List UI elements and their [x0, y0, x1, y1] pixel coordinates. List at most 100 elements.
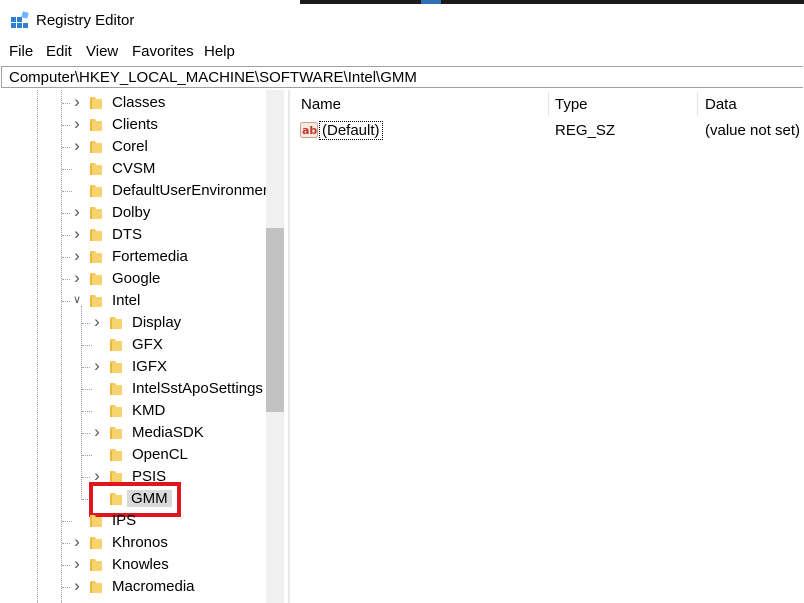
- folder-icon: [89, 271, 103, 286]
- column-header-data[interactable]: Data: [705, 96, 737, 113]
- folder-icon: [89, 249, 103, 264]
- tree-item-dolby[interactable]: › Dolby: [3, 202, 268, 224]
- address-input[interactable]: Computer\HKEY_LOCAL_MACHINE\SOFTWARE\Int…: [9, 69, 417, 86]
- column-separator[interactable]: [697, 92, 698, 116]
- tree-item-label: Intel: [112, 292, 141, 309]
- menu-favorites[interactable]: Favorites: [132, 43, 194, 60]
- menu-edit[interactable]: Edit: [46, 43, 72, 60]
- tree-item-label: DTS: [112, 226, 142, 243]
- window-title: Registry Editor: [36, 12, 135, 29]
- tree-item-dts[interactable]: › DTS: [3, 224, 268, 246]
- tree-item-label: Dolby: [112, 204, 151, 221]
- column-separator[interactable]: [548, 92, 549, 116]
- pane-splitter[interactable]: [288, 90, 290, 603]
- chevron-right-icon[interactable]: ›: [91, 467, 103, 484]
- menu-bar: File Edit View Favorites Help: [0, 40, 804, 64]
- tree-item-label: IntelSstApoSettings: [132, 380, 263, 397]
- tree-connector: [62, 191, 72, 192]
- tree-item-knowles[interactable]: › Knowles: [3, 554, 268, 576]
- background-window-strip: [300, 0, 804, 4]
- folder-icon: [89, 227, 103, 242]
- chevron-right-icon[interactable]: ›: [71, 533, 83, 550]
- tree-item-cvsm[interactable]: CVSM: [3, 158, 268, 180]
- folder-icon: [109, 359, 123, 374]
- menu-file[interactable]: File: [9, 43, 33, 60]
- tree-item-label: Khronos: [112, 534, 168, 551]
- tree-item-defaultuserenvironmer[interactable]: DefaultUserEnvironmer: [3, 180, 268, 202]
- folder-icon: [109, 403, 123, 418]
- chevron-right-icon[interactable]: ›: [91, 313, 103, 330]
- tree-item-label: Display: [132, 314, 182, 331]
- chevron-right-icon[interactable]: ›: [71, 577, 83, 594]
- registry-editor-icon: [11, 11, 29, 28]
- address-bar[interactable]: Computer\HKEY_LOCAL_MACHINE\SOFTWARE\Int…: [1, 66, 803, 88]
- tree-item-intelsstaposettings[interactable]: IntelSstApoSettings: [3, 378, 268, 400]
- chevron-down-icon[interactable]: ∨: [71, 294, 83, 306]
- tree-item-label: Fortemedia: [112, 248, 188, 265]
- folder-icon: [89, 95, 103, 110]
- tree-item-label: GFX: [132, 336, 163, 353]
- value-data: (value not set): [705, 122, 801, 139]
- chevron-right-icon[interactable]: ›: [71, 269, 83, 286]
- tree-item-classes[interactable]: › Classes: [3, 92, 268, 114]
- tree-item-opencl[interactable]: OpenCL: [3, 444, 268, 466]
- chevron-right-icon[interactable]: ›: [71, 555, 83, 572]
- reg-sz-ab-icon: ab: [300, 122, 318, 138]
- folder-icon: [109, 425, 123, 440]
- tree-item-label: KMD: [132, 402, 166, 419]
- chevron-right-icon[interactable]: ›: [71, 247, 83, 264]
- tree-item-khronos[interactable]: › Khronos: [3, 532, 268, 554]
- folder-icon: [109, 337, 123, 352]
- folder-icon: [89, 293, 103, 308]
- menu-view[interactable]: View: [86, 43, 118, 60]
- tree-item-label: OpenCL: [132, 446, 188, 463]
- column-header-type[interactable]: Type: [555, 96, 588, 113]
- tree-connector: [62, 521, 72, 522]
- tree-item-ips[interactable]: IPS: [3, 510, 268, 532]
- tree-item-corel[interactable]: › Corel: [3, 136, 268, 158]
- menu-help[interactable]: Help: [204, 43, 235, 60]
- chevron-right-icon[interactable]: ›: [71, 93, 83, 110]
- chevron-right-icon[interactable]: ›: [71, 137, 83, 154]
- folder-icon: [109, 381, 123, 396]
- folder-icon: [89, 183, 103, 198]
- chevron-right-icon[interactable]: ›: [71, 115, 83, 132]
- tree-item-display[interactable]: › Display: [3, 312, 268, 334]
- tree-item-label: Classes: [112, 94, 166, 111]
- tree-connector: [82, 411, 92, 412]
- folder-icon: [89, 513, 103, 528]
- tree-scrollbar-thumb[interactable]: [266, 228, 284, 412]
- tree-item-label: Google: [112, 270, 161, 287]
- tree-item-google[interactable]: › Google: [3, 268, 268, 290]
- column-header-name[interactable]: Name: [301, 96, 341, 113]
- folder-icon: [89, 139, 103, 154]
- folder-icon: [89, 117, 103, 132]
- svg-text:ab: ab: [302, 124, 317, 137]
- tree-connector: [62, 169, 72, 170]
- tree-item-macromedia[interactable]: › Macromedia: [3, 576, 268, 598]
- tree-item-intel[interactable]: ∨ Intel: [3, 290, 268, 312]
- tree-item-mediasdk[interactable]: › MediaSDK: [3, 422, 268, 444]
- tree-item-label: IPS: [112, 512, 137, 529]
- tree-item-kmd[interactable]: KMD: [3, 400, 268, 422]
- folder-icon: [89, 205, 103, 220]
- chevron-right-icon[interactable]: ›: [91, 357, 103, 374]
- chevron-right-icon[interactable]: ›: [71, 225, 83, 242]
- tree-connector: [82, 345, 92, 346]
- values-list[interactable]: Name Type Data ab (Default) REG_SZ (valu…: [292, 90, 804, 603]
- tree-item-label: CVSM: [112, 160, 156, 177]
- tree-item-clients[interactable]: › Clients: [3, 114, 268, 136]
- tree-item-gfx[interactable]: GFX: [3, 334, 268, 356]
- folder-icon: [89, 557, 103, 572]
- key-tree[interactable]: › Classes › Clients › Corel CVSM DefaultUserEnv…: [3, 90, 284, 603]
- folder-icon: [89, 161, 103, 176]
- value-name[interactable]: (Default): [319, 121, 383, 140]
- tree-item-label: Knowles: [112, 556, 169, 573]
- chevron-right-icon[interactable]: ›: [91, 423, 103, 440]
- tree-item-fortemedia[interactable]: › Fortemedia: [3, 246, 268, 268]
- folder-icon: [89, 579, 103, 594]
- tree-item-igfx[interactable]: › IGFX: [3, 356, 268, 378]
- tree-item-label: Macromedia: [112, 578, 195, 595]
- chevron-right-icon[interactable]: ›: [71, 203, 83, 220]
- folder-icon: [109, 315, 123, 330]
